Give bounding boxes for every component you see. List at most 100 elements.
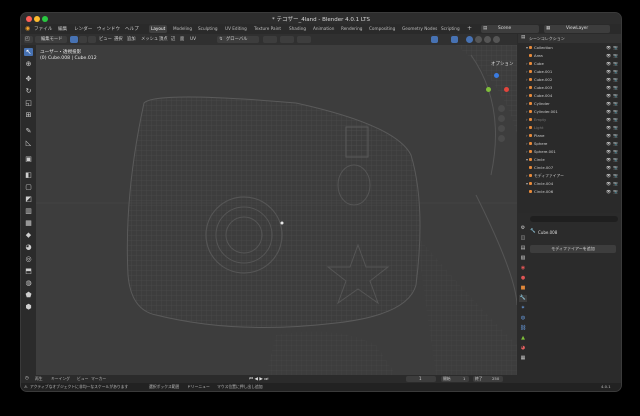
gizmo-x-icon[interactable]	[504, 87, 509, 92]
visibility-eye-icon[interactable]: 👁	[606, 132, 611, 139]
texture-props-icon[interactable]: ▦	[519, 355, 527, 362]
tab-rendering[interactable]: Rendering	[339, 25, 364, 33]
vertex-select-button[interactable]	[70, 36, 78, 43]
tab-animation[interactable]: Animation	[311, 25, 336, 33]
expand-arrow-icon[interactable]: ▾	[526, 180, 528, 187]
expand-arrow-icon[interactable]: ▾	[526, 44, 528, 51]
visibility-eye-icon[interactable]: 👁	[606, 92, 611, 99]
render-camera-icon[interactable]: 📷	[613, 132, 618, 139]
view-layer-props-icon[interactable]: ▧	[519, 255, 527, 262]
render-camera-icon[interactable]: 📷	[613, 164, 618, 171]
snap-button[interactable]	[280, 36, 294, 43]
menu-view[interactable]: ビュー	[99, 36, 112, 43]
visibility-eye-icon[interactable]: 👁	[606, 84, 611, 91]
menu-edge[interactable]: 辺	[171, 36, 175, 43]
outliner-row[interactable]: ▾ Circle.004 👁 📷	[518, 180, 621, 187]
visibility-eye-icon[interactable]: 👁	[606, 68, 611, 75]
render-camera-icon[interactable]: 📷	[613, 92, 618, 99]
render-camera-icon[interactable]: 📷	[613, 100, 618, 107]
cursor-tool-icon[interactable]: ⊕	[24, 60, 33, 68]
visibility-eye-icon[interactable]: 👁	[606, 100, 611, 107]
poly-build-tool-icon[interactable]: ◆	[24, 231, 33, 239]
visibility-eye-icon[interactable]: 👁	[606, 180, 611, 187]
visibility-eye-icon[interactable]: 👁	[606, 60, 611, 67]
outliner-row[interactable]: Circle.006 👁 📷	[518, 188, 621, 195]
select-tool-icon[interactable]: ↖	[24, 48, 33, 56]
constraints-props-icon[interactable]: ⛓	[519, 325, 527, 332]
overlay-toggle-icon[interactable]	[431, 36, 438, 43]
gizmo-z-icon[interactable]	[494, 73, 499, 78]
outliner-row[interactable]: › Cube.002 👁 📷	[518, 76, 621, 83]
data-props-icon[interactable]: ▲	[519, 335, 527, 342]
outliner-row[interactable]: › Cylinder 👁 📷	[518, 100, 621, 107]
scene-selector[interactable]: ▤ Scene	[481, 25, 539, 33]
visibility-eye-icon[interactable]: 👁	[606, 124, 611, 131]
expand-arrow-icon[interactable]: ›	[526, 132, 528, 139]
menu-mesh[interactable]: メッシュ	[141, 36, 158, 43]
pan-view-icon[interactable]	[498, 115, 505, 122]
edge-slide-tool-icon[interactable]: ⬒	[24, 267, 33, 275]
proportional-edit-button[interactable]	[297, 36, 311, 43]
material-props-icon[interactable]: ◕	[519, 345, 527, 352]
outliner-row[interactable]: › モディファイアー 👁 📷	[518, 172, 621, 179]
menu-file[interactable]: ファイル	[34, 26, 52, 32]
tab-texture-paint[interactable]: Texture Paint	[252, 25, 283, 33]
shrink-tool-icon[interactable]: ◍	[24, 279, 33, 287]
face-select-button[interactable]	[88, 36, 96, 43]
expand-arrow-icon[interactable]: ›	[526, 84, 528, 91]
render-camera-icon[interactable]: 📷	[613, 116, 618, 123]
menu-select[interactable]: 選択	[114, 36, 123, 43]
shear-tool-icon[interactable]: ⬟	[24, 291, 33, 299]
outliner-row[interactable]: › Light 👁 📷	[518, 124, 621, 131]
outliner-row[interactable]: Circle.007 👁 📷	[518, 164, 621, 171]
measure-tool-icon[interactable]: ◺	[24, 139, 33, 147]
menu-uv[interactable]: UV	[190, 36, 196, 43]
extrude-tool-icon[interactable]: ◧	[24, 171, 33, 179]
visibility-eye-icon[interactable]: 👁	[606, 156, 611, 163]
world-props-icon[interactable]: ●	[519, 275, 527, 282]
tab-sculpting[interactable]: Sculpting	[196, 25, 220, 33]
expand-arrow-icon[interactable]: ▾	[526, 156, 528, 163]
editor-type-button[interactable]: ◰	[24, 36, 33, 43]
blender-logo-icon[interactable]: ◉	[25, 25, 30, 32]
render-camera-icon[interactable]: 📷	[613, 108, 618, 115]
spin-tool-icon[interactable]: ◕	[24, 243, 33, 251]
timeline-editor-icon[interactable]: ◷	[25, 376, 29, 381]
camera-view-icon[interactable]	[498, 125, 505, 132]
expand-arrow-icon[interactable]: ›	[526, 60, 528, 67]
shading-rendered-icon[interactable]	[493, 36, 500, 43]
outliner-row[interactable]: › Cube.003 👁 📷	[518, 84, 621, 91]
add-modifier-button[interactable]: モディファイアーを追加	[530, 245, 616, 253]
outliner-row[interactable]: Area 👁 📷	[518, 52, 621, 59]
ortho-toggle-icon[interactable]	[498, 135, 505, 142]
render-camera-icon[interactable]: 📷	[613, 124, 618, 131]
object-props-icon[interactable]: ■	[519, 285, 527, 292]
tool-props-icon[interactable]: ⚙	[519, 225, 527, 232]
rotate-tool-icon[interactable]: ↻	[24, 87, 33, 95]
physics-props-icon[interactable]: ◍	[519, 315, 527, 322]
play-controls[interactable]: ⏮ ◀ ▶ ⏭	[249, 376, 268, 382]
visibility-eye-icon[interactable]: 👁	[606, 172, 611, 179]
loop-cut-tool-icon[interactable]: ▥	[24, 207, 33, 215]
expand-arrow-icon[interactable]: ›	[526, 92, 528, 99]
3d-viewport[interactable]: ユーザー・透視投影 (0) Cube.008 | Cube.012 オプション	[36, 45, 517, 375]
shading-material-icon[interactable]	[484, 36, 491, 43]
mode-selector[interactable]: 編集モード	[35, 36, 67, 43]
viewlayer-selector[interactable]: ▦ ViewLayer	[544, 25, 610, 33]
zoom-view-icon[interactable]	[498, 105, 505, 112]
outliner-row[interactable]: › Empty 👁 📷	[518, 116, 621, 123]
timeline-keying-menu[interactable]: キーイング	[51, 376, 70, 382]
menu-vertex[interactable]: 頂点	[159, 36, 168, 43]
render-camera-icon[interactable]: 📷	[613, 52, 618, 59]
expand-arrow-icon[interactable]: ›	[526, 148, 528, 155]
transform-orientation-selector[interactable]: ↯ グローバル	[217, 36, 259, 43]
render-camera-icon[interactable]: 📷	[613, 68, 618, 75]
outliner-row[interactable]: › Sphere.001 👁 📷	[518, 148, 621, 155]
scene-props-icon[interactable]: ◉	[519, 265, 527, 272]
scale-tool-icon[interactable]: ◱	[24, 99, 33, 107]
tab-scripting[interactable]: Scripting	[439, 25, 462, 33]
xray-toggle-icon[interactable]	[451, 36, 458, 43]
menu-render[interactable]: レンダー	[74, 26, 92, 32]
menu-window[interactable]: ウィンドウ	[97, 26, 120, 32]
outliner-row[interactable]: › Cube 👁 📷	[518, 60, 621, 67]
